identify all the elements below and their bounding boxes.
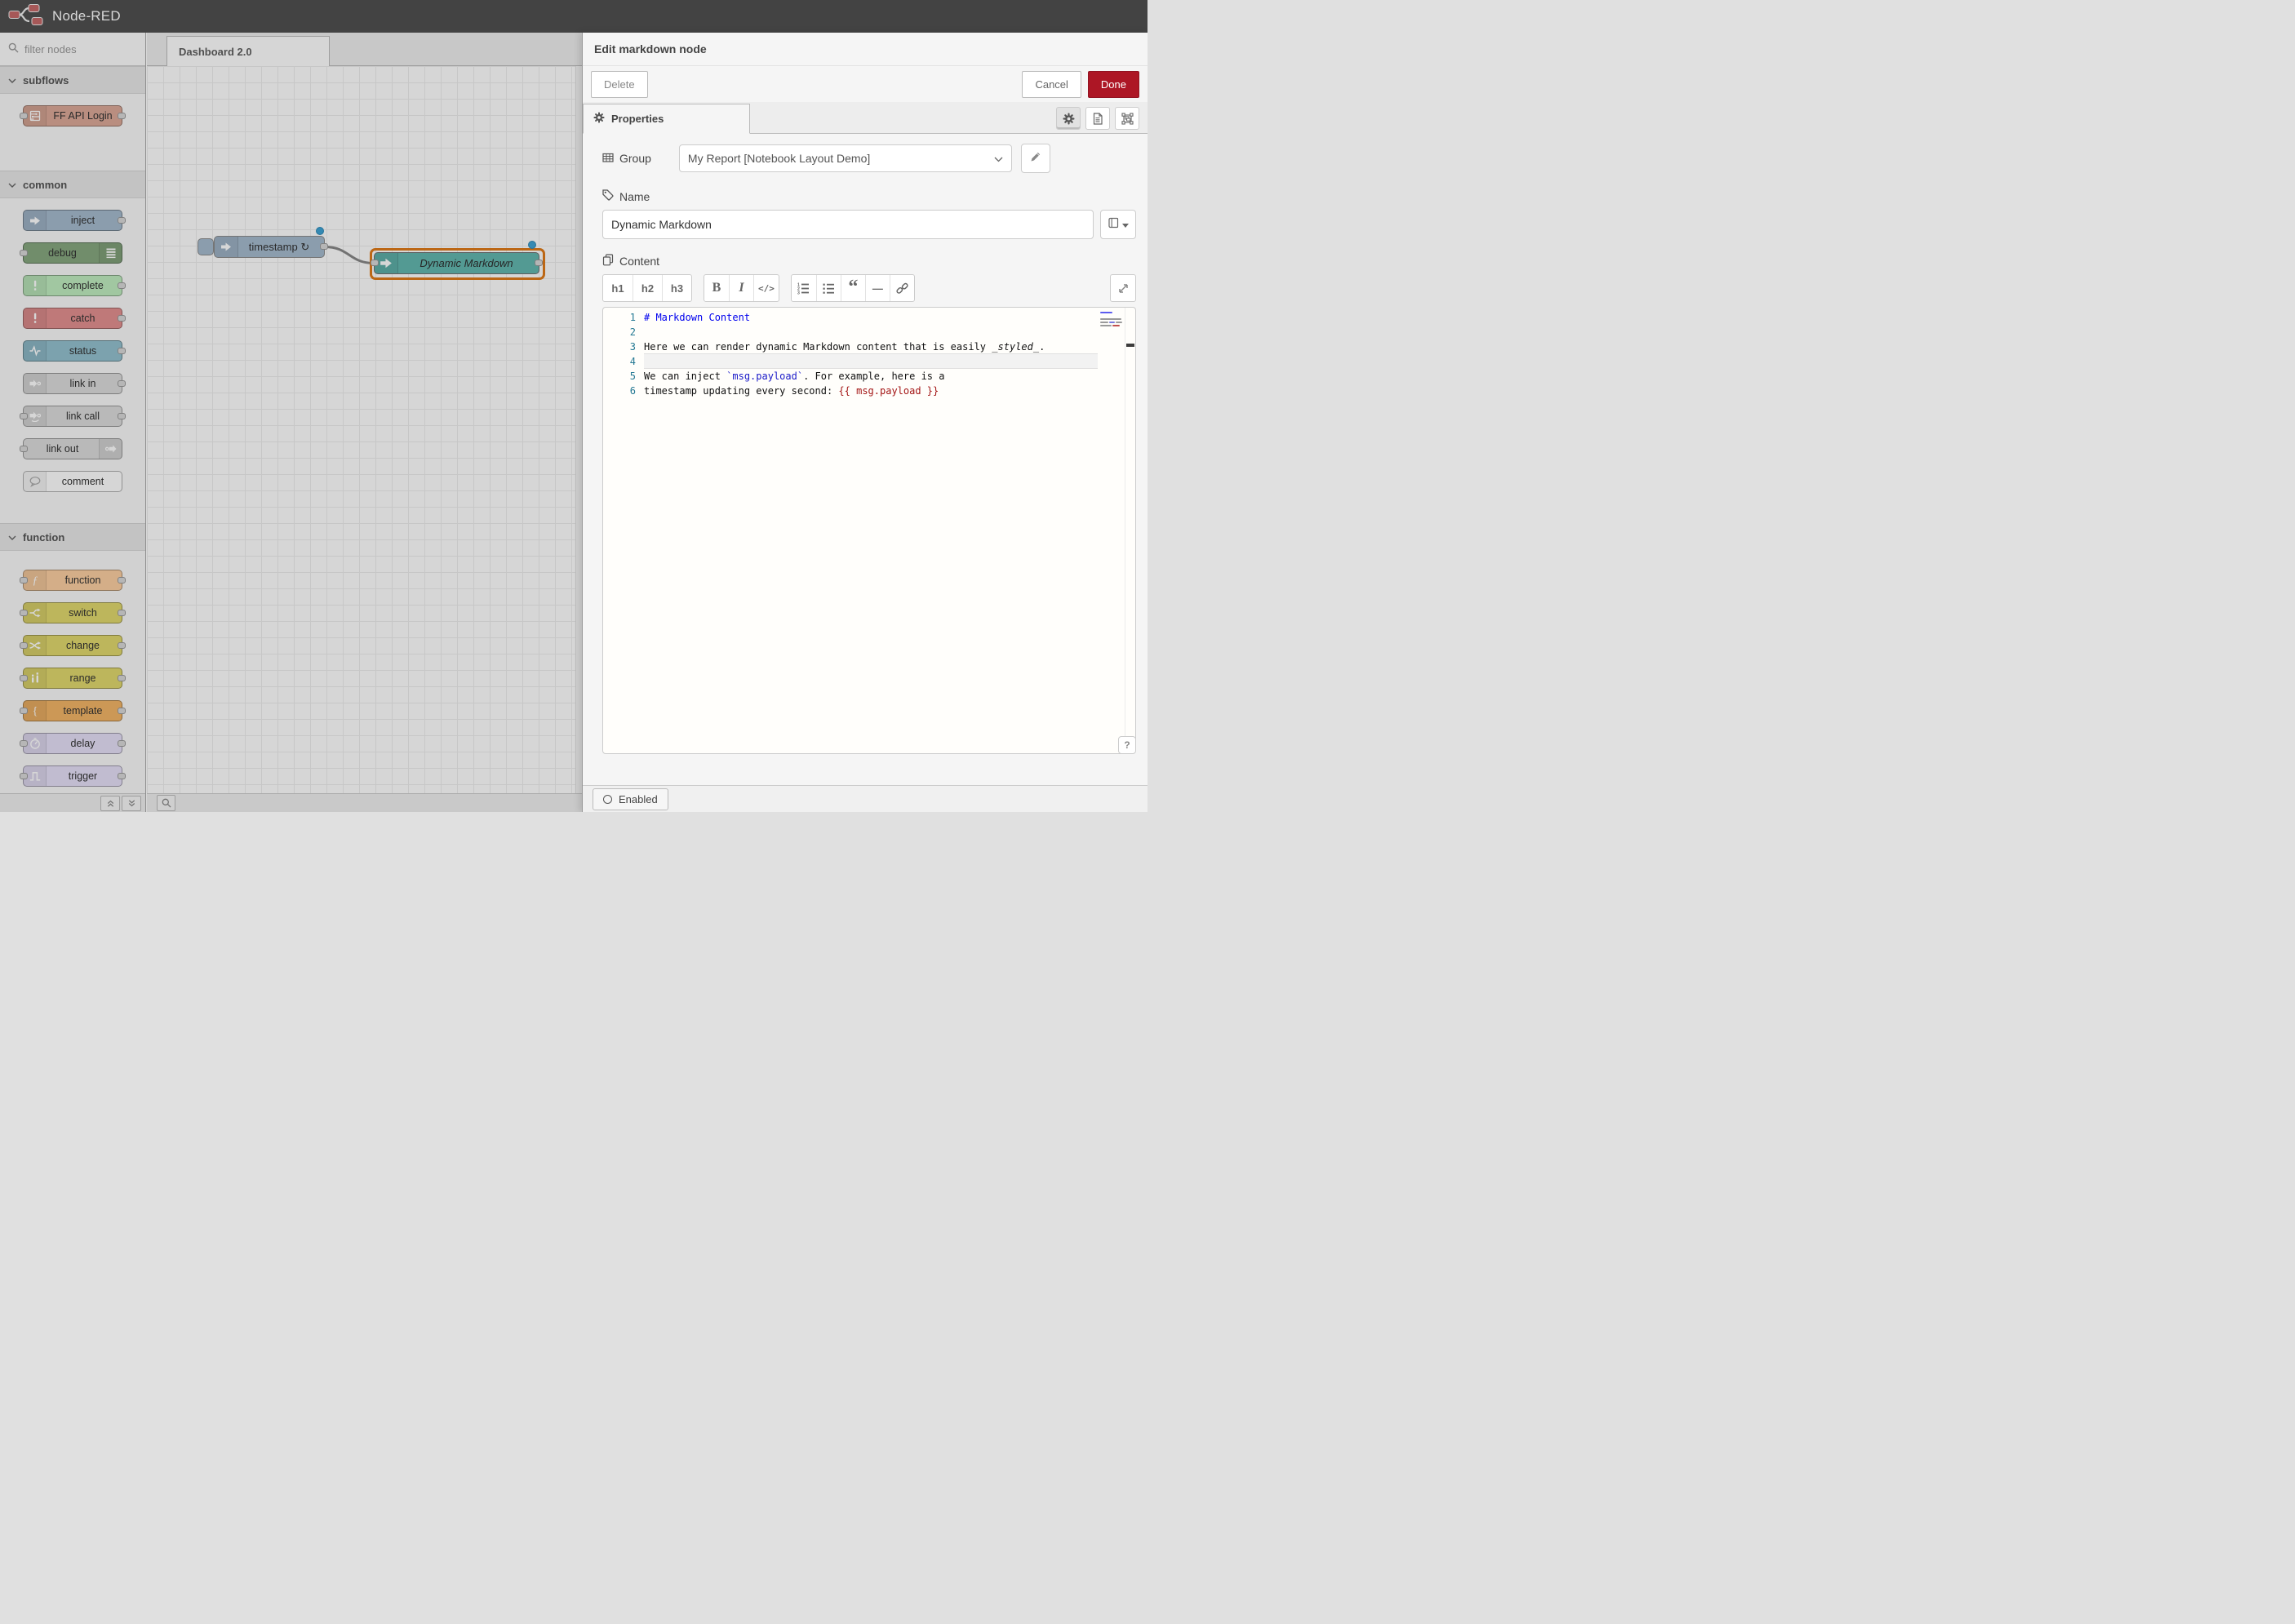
tray-title: Edit markdown node [583, 33, 1148, 66]
line-content: We can inject `msg.payload`. For example… [644, 369, 1098, 384]
expand-editor-button[interactable] [1111, 275, 1135, 301]
name-input-row [602, 210, 1136, 239]
copy-pages-icon [602, 254, 614, 268]
book-icon [1108, 217, 1119, 233]
enabled-toggle-button[interactable]: Enabled [593, 788, 668, 810]
group-select-value: My Report [Notebook Layout Demo] [688, 152, 870, 165]
line-content: Here we can render dynamic Markdown cont… [644, 339, 1098, 354]
line-content [644, 353, 1098, 369]
toolbar-group: BI</> [704, 274, 779, 302]
node-red-logo [8, 4, 46, 29]
markdown-code-editor[interactable]: 1# Markdown Content23Here we can render … [602, 307, 1136, 754]
group-label: Group [602, 152, 651, 166]
pencil-icon [1030, 151, 1041, 166]
group-row: Group My Report [Notebook Layout Demo] [602, 144, 1136, 173]
table-icon [602, 152, 614, 166]
name-type-button[interactable] [1100, 210, 1136, 239]
editor-line-4: 4 [603, 354, 1135, 369]
edit-group-button[interactable] [1021, 144, 1050, 173]
name-input[interactable] [602, 210, 1094, 239]
bold-button[interactable]: B [704, 275, 729, 301]
done-button[interactable]: Done [1088, 71, 1139, 98]
tag-icon [602, 189, 614, 203]
line-content: timestamp updating every second: {{ msg.… [644, 384, 1098, 398]
heading3-button[interactable]: h3 [662, 275, 691, 301]
line-content [644, 325, 1098, 339]
editor-line-5: 5We can inject `msg.payload`. For exampl… [603, 369, 1135, 384]
link-button[interactable] [890, 275, 914, 301]
chevron-down-icon [994, 152, 1003, 165]
line-number: 6 [603, 384, 644, 398]
markdown-toolbar: h1h2h3 BI</> 123 “— [602, 274, 1136, 302]
properties-tab-button[interactable] [1056, 107, 1081, 130]
editor-minimap[interactable] [1100, 312, 1123, 328]
line-number: 1 [603, 310, 644, 325]
code-button[interactable]: </> [753, 275, 779, 301]
editor-line-3: 3Here we can render dynamic Markdown con… [603, 339, 1135, 354]
group-select[interactable]: My Report [Notebook Layout Demo] [679, 144, 1012, 172]
blockquote-button[interactable]: “ [841, 275, 865, 301]
line-number: 4 [603, 354, 644, 369]
tab-properties-label: Properties [611, 113, 664, 125]
edit-node-tray: Edit markdown node Delete Cancel Done Pr… [582, 33, 1148, 812]
editor-help-button[interactable]: ? [1118, 736, 1136, 754]
line-content: # Markdown Content [644, 310, 1098, 325]
editor-lines: 1# Markdown Content23Here we can render … [603, 310, 1135, 398]
description-tab-button[interactable] [1085, 107, 1110, 130]
delete-button[interactable]: Delete [591, 71, 648, 98]
line-number: 3 [603, 339, 644, 354]
caret-down-icon [1122, 217, 1129, 232]
italic-button[interactable]: I [729, 275, 753, 301]
enabled-label: Enabled [619, 793, 658, 805]
appearance-tab-button[interactable] [1115, 107, 1139, 130]
editor-line-6: 6timestamp updating every second: {{ msg… [603, 384, 1135, 398]
tray-tab-bar: Properties [583, 102, 1148, 134]
gear-icon [593, 112, 605, 126]
app-title: Node-RED [52, 8, 121, 24]
circle-icon [603, 795, 612, 804]
unordered-list-button[interactable] [816, 275, 841, 301]
heading2-button[interactable]: h2 [633, 275, 662, 301]
edit-shade-overlay [0, 33, 582, 812]
toolbar-expand-group [1110, 274, 1136, 302]
name-row: Name [602, 189, 1136, 203]
tray-footer: Enabled [583, 785, 1148, 812]
name-label: Name [602, 189, 650, 203]
ordered-list-button[interactable]: 123 [792, 275, 816, 301]
tray-tab-buttons [1056, 107, 1139, 130]
cancel-button[interactable]: Cancel [1022, 71, 1081, 98]
editor-cursor-marker [1126, 344, 1134, 347]
line-number: 2 [603, 325, 644, 339]
tray-button-bar: Delete Cancel Done [583, 66, 1148, 102]
editor-line-1: 1# Markdown Content [603, 310, 1135, 325]
svg-text:3: 3 [797, 291, 800, 294]
properties-form: Group My Report [Notebook Layout Demo] [602, 132, 1136, 785]
toolbar-group: 123 “— [791, 274, 915, 302]
editor-line-2: 2 [603, 325, 1135, 339]
toolbar-group: h1h2h3 [602, 274, 692, 302]
line-number: 5 [603, 369, 644, 384]
content-row: Content [602, 254, 1136, 268]
content-label: Content [602, 254, 659, 268]
app-header: Node-RED [0, 0, 1148, 33]
heading1-button[interactable]: h1 [603, 275, 633, 301]
horizontal-rule-button[interactable]: — [865, 275, 890, 301]
tab-properties[interactable]: Properties [583, 104, 750, 134]
node-red-app: Node-RED filter nodes subflowsFF API Log… [0, 0, 1148, 812]
